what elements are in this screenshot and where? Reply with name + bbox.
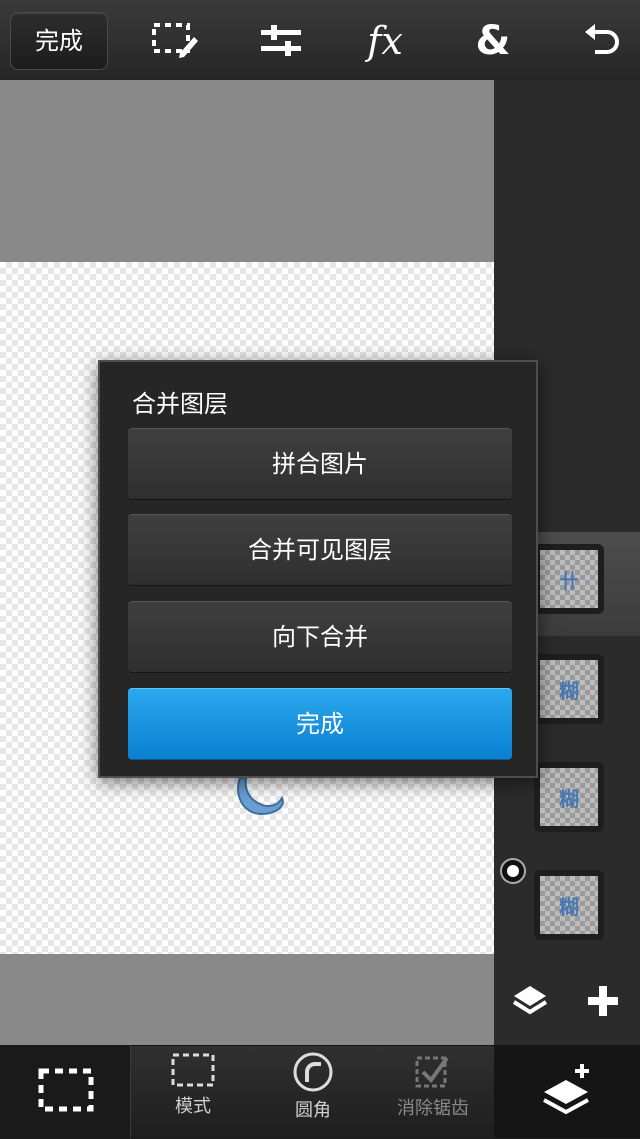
- layer-thumbnail[interactable]: 糊: [534, 762, 604, 832]
- round-corner-icon: [293, 1052, 333, 1092]
- layer-thumbnail-content: 糊: [540, 768, 598, 826]
- undo-icon[interactable]: [574, 14, 628, 68]
- round-corner-tool[interactable]: 圆角: [258, 1052, 368, 1132]
- done-button[interactable]: 完成: [10, 12, 108, 70]
- layer-thumbnail[interactable]: 卄: [534, 544, 604, 614]
- merge-visible-button[interactable]: 合并可见图层: [128, 514, 512, 586]
- merge-down-button[interactable]: 向下合并: [128, 601, 512, 673]
- fx-icon[interactable]: fx: [358, 14, 412, 68]
- ampersand-icon[interactable]: &: [466, 14, 520, 68]
- dialog-title: 合并图层: [132, 390, 228, 418]
- add-layer-stack-icon[interactable]: [540, 1060, 596, 1124]
- add-layer-icon[interactable]: [586, 984, 620, 1022]
- layer-thumbnail-content: 糊: [540, 660, 598, 718]
- rect-select-icon[interactable]: [38, 1068, 94, 1116]
- dialog-done-button[interactable]: 完成: [128, 688, 512, 760]
- round-corner-label: 圆角: [295, 1100, 331, 1121]
- layer-selected-radio[interactable]: [500, 858, 526, 884]
- layers-icon[interactable]: [510, 982, 550, 1022]
- mode-label: 模式: [175, 1096, 211, 1117]
- antialias-tool[interactable]: 消除锯齿: [378, 1052, 488, 1132]
- layer-thumbnail[interactable]: 糊: [534, 870, 604, 940]
- drop-shape-graphic: [232, 776, 288, 822]
- layer-thumbnail-content: 糊: [540, 876, 598, 934]
- selection-edit-icon[interactable]: [148, 14, 202, 68]
- merge-layers-dialog: 合并图层 拼合图片 合并可见图层 向下合并 完成: [98, 360, 538, 778]
- antialias-label: 消除锯齿: [397, 1098, 469, 1119]
- layer-thumbnail[interactable]: 糊: [534, 654, 604, 724]
- mode-icon: [171, 1053, 215, 1087]
- antialias-checkbox-icon: [415, 1056, 449, 1088]
- mode-tool[interactable]: 模式: [138, 1052, 248, 1132]
- adjustments-icon[interactable]: [254, 14, 308, 68]
- layer-thumbnail-content: 卄: [540, 550, 598, 608]
- flatten-image-button[interactable]: 拼合图片: [128, 428, 512, 500]
